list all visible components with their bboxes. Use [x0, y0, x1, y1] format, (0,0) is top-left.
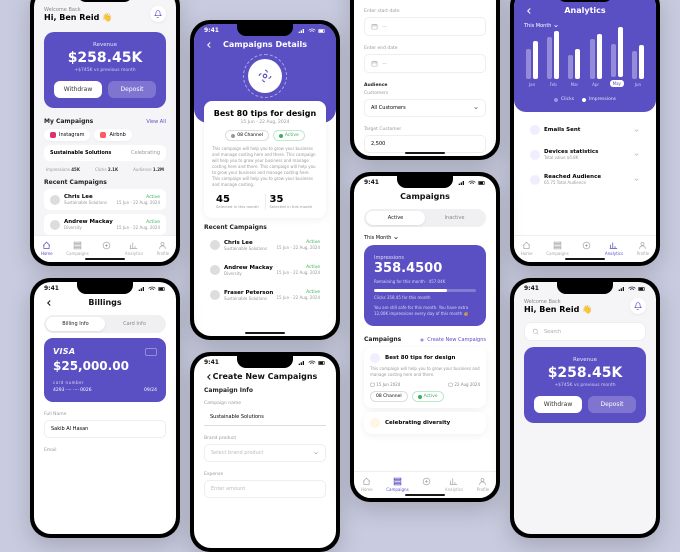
deposit-button[interactable]: Deposit	[588, 396, 636, 413]
campaign-name-input[interactable]: Sustainable Solutions	[204, 409, 326, 426]
seg-active[interactable]: Active	[366, 211, 425, 225]
create-new-link[interactable]: Create New Campaigns	[419, 337, 486, 343]
page-title: Analytics	[564, 6, 605, 15]
phone-analytics: 9:41 Analytics This Month JanFebMarAprMa…	[510, 0, 660, 266]
phone-billings: 9:41 Billings Billing Info Card Info VIS…	[30, 278, 180, 538]
stat-row[interactable]: Devices statisticsTotal value $4.8K	[524, 144, 646, 165]
campaign-pill-instagram[interactable]: Instagram	[44, 129, 90, 141]
audience-select[interactable]: All Customers	[364, 99, 486, 117]
revenue-value: $258.45K	[54, 50, 156, 66]
period-dropdown[interactable]: This Month	[354, 231, 496, 245]
nav-analytics[interactable]: Analytics	[605, 241, 623, 256]
expense-input[interactable]: Enter amount	[204, 480, 326, 498]
list-item[interactable]: Fraser PetersonSustainable SolutionsActi…	[204, 285, 326, 306]
page-title: Billings	[88, 298, 121, 307]
credit-card: VISA $25,000.00 card number 4293 ···· ··…	[44, 338, 166, 402]
back-button[interactable]	[524, 1, 534, 20]
revenue-card: Revenue $258.45K +$745K vs previous mont…	[44, 32, 166, 108]
start-date-input[interactable]: —	[364, 17, 486, 36]
campaign-name: Best 80 tips for design	[212, 109, 318, 118]
campaign-avatar	[248, 59, 282, 93]
nav-home[interactable]: Home	[41, 241, 53, 256]
recent-campaigns-heading: Recent Campaigns	[44, 179, 166, 186]
view-all-link[interactable]: View All	[146, 119, 166, 125]
phone-campaign-details: 9:41 Campaigns Details Best 80 tips for …	[190, 20, 340, 340]
campaign-row[interactable]: Sustainable Solutions Celebrating	[44, 145, 166, 161]
fullname-input[interactable]: Sakib Al Hasan	[44, 420, 166, 438]
nav-profile[interactable]: Profile	[477, 477, 489, 492]
nav-home[interactable]: Home	[521, 241, 533, 256]
analytics-chart: JanFebMarAprMayJun	[514, 33, 656, 93]
deposit-button[interactable]: Deposit	[108, 81, 156, 98]
page-title: Campaigns	[400, 192, 450, 201]
nav-campaigns[interactable]: Campaigns	[66, 241, 88, 256]
seg-billing-info[interactable]: Billing Info	[46, 317, 105, 331]
recent-row[interactable]: Chris LeeSustainable SolutionsActive15 J…	[44, 189, 166, 210]
nav-profile[interactable]: Profile	[637, 241, 649, 256]
stat-row[interactable]: Reached Audience65.75 Total Audience	[524, 169, 646, 190]
seg-inactive[interactable]: Inactive	[425, 211, 484, 225]
billing-segment: Billing Info Card Info	[44, 315, 166, 333]
nav-add[interactable]	[102, 241, 111, 256]
list-item[interactable]: Andrew MackayDiversityActive15 Jun - 22 …	[204, 260, 326, 281]
page-title: Create New Campaigns	[213, 372, 318, 381]
card-number: 4293 ···· ···· 0026	[53, 388, 92, 393]
my-campaigns-heading: My Campaigns	[44, 118, 93, 125]
revenue-label: Revenue	[54, 42, 156, 48]
notifications-button[interactable]	[150, 6, 166, 22]
seg-card-info[interactable]: Card Info	[105, 317, 164, 331]
phone-campaigns: 9:41 Campaigns ActiveInactive This Month…	[350, 172, 500, 502]
impressions-value: 358.4500	[374, 261, 476, 276]
campaign-description: This campaign will help you to grow your…	[212, 146, 318, 188]
chevron-down-icon	[633, 127, 640, 134]
nav-analytics[interactable]: Analytics	[125, 241, 143, 256]
notifications-button[interactable]	[630, 298, 646, 314]
channel-chip: 08 Channel	[225, 130, 269, 141]
withdraw-button[interactable]: Withdraw	[534, 396, 582, 413]
revenue-delta: +$745K vs previous month	[54, 68, 156, 73]
search-input[interactable]: Search	[524, 322, 646, 341]
chart-legend: ClicksImpressions	[514, 93, 656, 106]
end-date-input[interactable]: —	[364, 54, 486, 73]
recent-row[interactable]: Andrew MackayDiversityActive15 Jun - 22 …	[44, 214, 166, 235]
phone-create-campaign: 9:41 Create New Campaigns Campaign Info …	[190, 352, 340, 552]
page-title: Campaigns Details	[223, 40, 307, 49]
progress-bar	[374, 289, 476, 292]
phone-dashboard: 9:41 Welcome BackHi, Ben Reid 👋 Revenue …	[30, 0, 180, 266]
phone-form-partial: Enter start date— Enter end date— Audien…	[350, 0, 500, 160]
nav-profile[interactable]: Profile	[157, 241, 169, 256]
back-button[interactable]	[44, 293, 54, 312]
search-icon	[532, 328, 539, 335]
nav-analytics[interactable]: Analytics	[445, 477, 463, 492]
user-greeting: Hi, Ben Reid 👋	[44, 13, 112, 22]
target-input[interactable]: 2,500	[364, 135, 486, 153]
withdraw-button[interactable]: Withdraw	[54, 81, 102, 98]
chip-icon	[145, 348, 157, 356]
phone-dashboard-search: 9:41 Welcome BackHi, Ben Reid 👋 Search R…	[510, 278, 660, 538]
nav-add[interactable]	[422, 477, 431, 492]
back-button[interactable]	[204, 35, 214, 54]
card-brand: VISA	[53, 347, 75, 356]
list-item[interactable]: Chris LeeSustainable SolutionsActive15 J…	[204, 235, 326, 256]
stat-row[interactable]: Emails Sent	[524, 120, 646, 140]
campaign-pill-airbnb[interactable]: Airbnb	[94, 129, 131, 141]
campaign-dates: 15 Jun - 22 Aug, 2024	[212, 120, 318, 125]
card-balance: $25,000.00	[53, 359, 157, 373]
nav-add[interactable]	[582, 241, 591, 256]
nav-campaigns[interactable]: Campaigns	[386, 477, 408, 492]
back-button[interactable]	[204, 367, 214, 386]
chevron-down-icon	[473, 105, 479, 111]
nav-home[interactable]: Home	[361, 477, 373, 492]
brand-select[interactable]: Select brand product	[204, 444, 326, 462]
nav-campaigns[interactable]: Campaigns	[546, 241, 568, 256]
status-chip: Active	[273, 130, 305, 141]
